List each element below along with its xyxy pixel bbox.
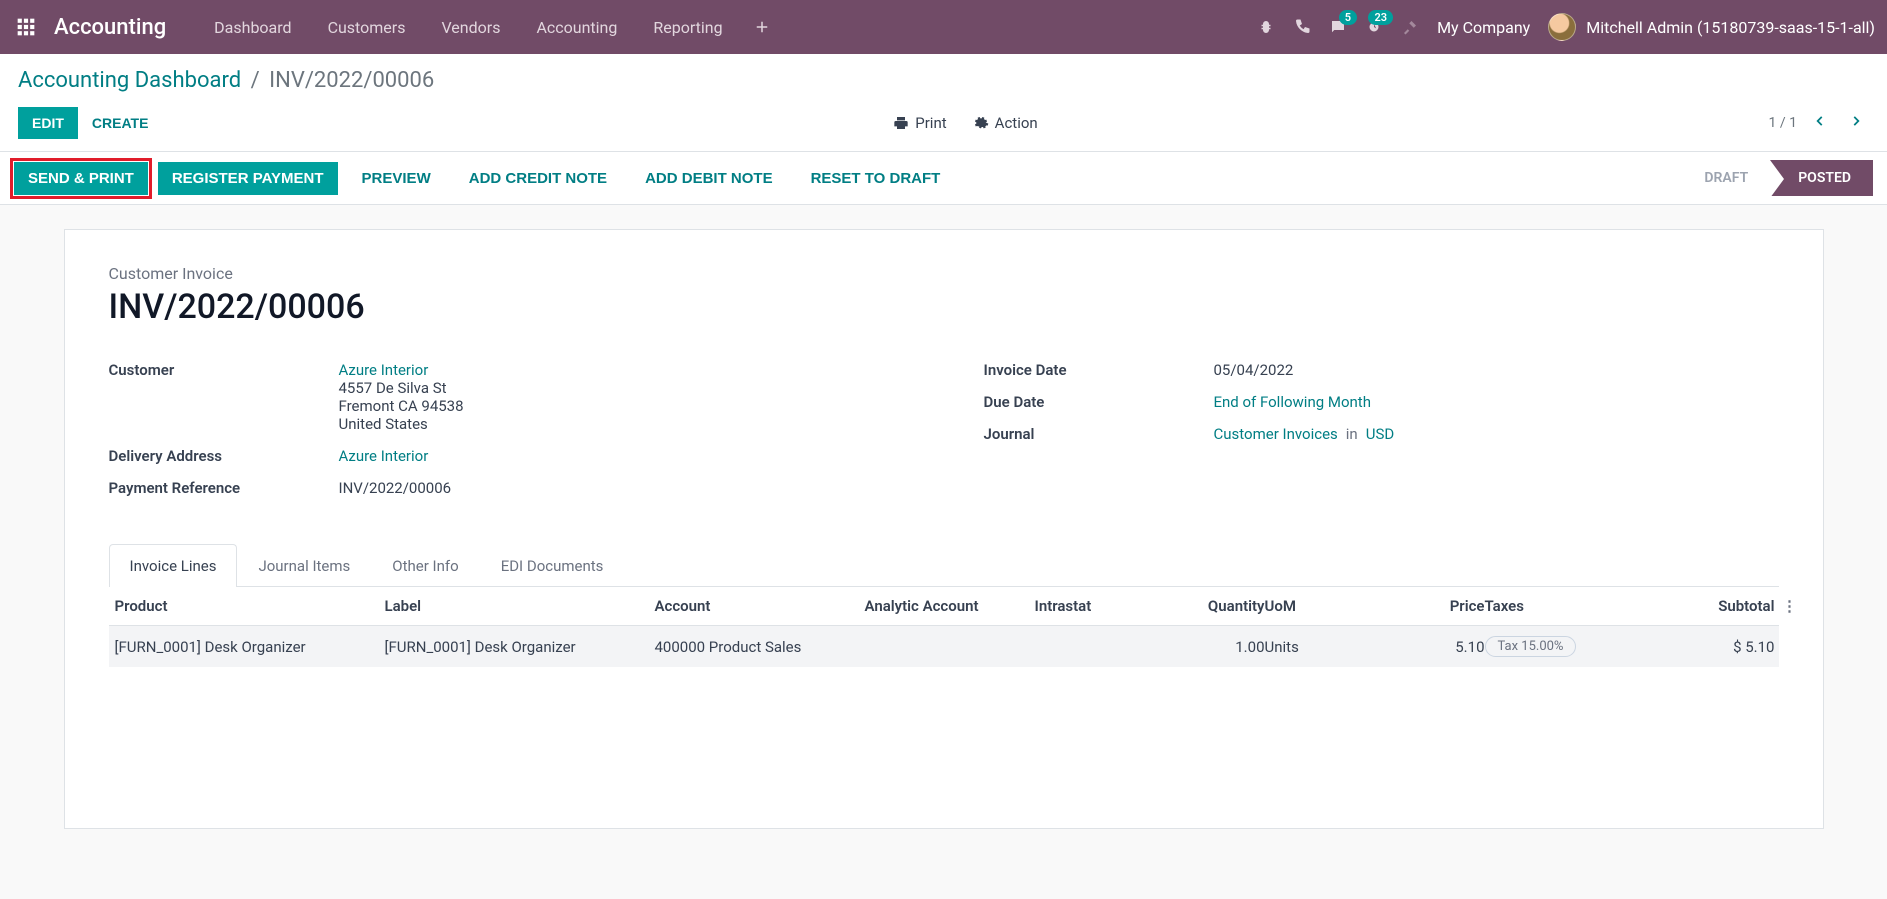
control-panel: Accounting Dashboard / INV/2022/00006 ED… bbox=[0, 54, 1887, 152]
company-selector[interactable]: My Company bbox=[1437, 18, 1530, 37]
delivery-link[interactable]: Azure Interior bbox=[339, 447, 429, 465]
pager-prev[interactable] bbox=[1807, 110, 1833, 136]
nav-links: Dashboard Customers Vendors Accounting R… bbox=[198, 10, 780, 45]
form-title: INV/2022/00006 bbox=[109, 287, 1779, 327]
customer-addr1: 4557 De Silva St bbox=[339, 379, 447, 397]
col-label: Label bbox=[385, 597, 655, 615]
tab-invoice-lines[interactable]: Invoice Lines bbox=[109, 544, 238, 587]
table-row[interactable]: [FURN_0001] Desk Organizer [FURN_0001] D… bbox=[109, 626, 1779, 667]
cell-product: [FURN_0001] Desk Organizer bbox=[115, 638, 385, 656]
col-product: Product bbox=[115, 597, 385, 615]
cell-tax: Tax 15.00% bbox=[1485, 636, 1577, 657]
register-payment-button[interactable]: REGISTER PAYMENT bbox=[158, 162, 338, 195]
preview-button[interactable]: PREVIEW bbox=[348, 162, 445, 195]
avatar bbox=[1548, 13, 1576, 41]
customer-link[interactable]: Azure Interior bbox=[339, 361, 429, 379]
col-price: Price bbox=[1355, 597, 1485, 615]
status-draft[interactable]: DRAFT bbox=[1682, 160, 1770, 196]
status-posted[interactable]: POSTED bbox=[1770, 160, 1873, 196]
activity-badge: 23 bbox=[1368, 10, 1393, 25]
journal-label: Journal bbox=[984, 425, 1214, 443]
customer-addr3: United States bbox=[339, 415, 428, 433]
journal-value[interactable]: Customer Invoices bbox=[1214, 425, 1338, 443]
invdate-label: Invoice Date bbox=[984, 361, 1214, 379]
journal-currency[interactable]: USD bbox=[1366, 425, 1394, 443]
col-account: Account bbox=[655, 597, 865, 615]
user-name: Mitchell Admin (15180739-saas-15-1-all) bbox=[1586, 18, 1875, 37]
duedate-label: Due Date bbox=[984, 393, 1214, 411]
cell-uom: Units bbox=[1265, 638, 1355, 656]
statusbar: SEND & PRINT REGISTER PAYMENT PREVIEW AD… bbox=[0, 152, 1887, 205]
form-subtitle: Customer Invoice bbox=[109, 264, 1779, 283]
invdate-value: 05/04/2022 bbox=[1214, 361, 1779, 379]
col-qty: Quantity bbox=[1135, 597, 1265, 615]
col-subtotal: Subtotal bbox=[1615, 597, 1775, 615]
phone-icon[interactable] bbox=[1293, 18, 1311, 36]
nav-reporting[interactable]: Reporting bbox=[637, 10, 738, 45]
cell-qty: 1.00 bbox=[1135, 638, 1265, 656]
reset-to-draft-button[interactable]: RESET TO DRAFT bbox=[797, 162, 955, 195]
bug-icon[interactable] bbox=[1257, 18, 1275, 36]
tools-icon[interactable] bbox=[1401, 18, 1419, 36]
send-and-print-button[interactable]: SEND & PRINT bbox=[14, 162, 148, 195]
gear-icon bbox=[973, 115, 989, 131]
plus-icon[interactable] bbox=[743, 10, 781, 45]
cell-label: [FURN_0001] Desk Organizer bbox=[385, 638, 655, 656]
payref-value: INV/2022/00006 bbox=[339, 479, 904, 497]
cell-price: 5.10 bbox=[1355, 638, 1485, 656]
add-credit-note-button[interactable]: ADD CREDIT NOTE bbox=[455, 162, 621, 195]
breadcrumb-current: INV/2022/00006 bbox=[269, 68, 434, 93]
user-menu[interactable]: Mitchell Admin (15180739-saas-15-1-all) bbox=[1548, 13, 1875, 41]
delivery-label: Delivery Address bbox=[109, 447, 339, 465]
messages-icon[interactable]: 5 bbox=[1329, 18, 1347, 36]
col-intrastat: Intrastat bbox=[1035, 597, 1135, 615]
nav-vendors[interactable]: Vendors bbox=[425, 10, 516, 45]
messages-badge: 5 bbox=[1339, 10, 1357, 25]
edit-button[interactable]: EDIT bbox=[18, 107, 78, 139]
nav-dashboard[interactable]: Dashboard bbox=[198, 10, 307, 45]
col-taxes: Taxes bbox=[1485, 597, 1615, 615]
sheet-wrapper: Customer Invoice INV/2022/00006 Customer… bbox=[0, 205, 1887, 853]
nav-right: 5 23 My Company Mitchell Admin (15180739… bbox=[1257, 13, 1875, 41]
grid-header: Product Label Account Analytic Account I… bbox=[109, 587, 1779, 626]
app-brand[interactable]: Accounting bbox=[54, 15, 166, 40]
breadcrumb: Accounting Dashboard / INV/2022/00006 bbox=[18, 68, 1869, 93]
col-analytic: Analytic Account bbox=[865, 597, 1035, 615]
payref-label: Payment Reference bbox=[109, 479, 339, 497]
add-debit-note-button[interactable]: ADD DEBIT NOTE bbox=[631, 162, 787, 195]
journal-in: in bbox=[1346, 425, 1358, 443]
pager: 1 / 1 bbox=[1769, 110, 1869, 136]
breadcrumb-root[interactable]: Accounting Dashboard bbox=[18, 68, 241, 93]
chevron-left-icon bbox=[1813, 114, 1827, 128]
apps-icon[interactable] bbox=[12, 13, 40, 41]
print-menu[interactable]: Print bbox=[893, 114, 946, 132]
cell-subtotal: $ 5.10 bbox=[1615, 638, 1775, 656]
chevron-right-icon bbox=[1849, 114, 1863, 128]
activity-icon[interactable]: 23 bbox=[1365, 18, 1383, 36]
top-navbar: Accounting Dashboard Customers Vendors A… bbox=[0, 0, 1887, 54]
printer-icon bbox=[893, 115, 909, 131]
create-button[interactable]: CREATE bbox=[78, 107, 163, 139]
pager-next[interactable] bbox=[1843, 110, 1869, 136]
customer-label: Customer bbox=[109, 361, 339, 379]
col-options-icon[interactable]: ⋮ bbox=[1775, 597, 1805, 615]
nav-customers[interactable]: Customers bbox=[312, 10, 422, 45]
pager-count: 1 / 1 bbox=[1769, 115, 1797, 131]
form-tabs: Invoice Lines Journal Items Other Info E… bbox=[109, 543, 1779, 587]
duedate-value[interactable]: End of Following Month bbox=[1214, 393, 1371, 411]
tab-edi-documents[interactable]: EDI Documents bbox=[480, 544, 625, 587]
action-menu[interactable]: Action bbox=[973, 114, 1038, 132]
col-uom: UoM bbox=[1265, 597, 1355, 615]
form-sheet: Customer Invoice INV/2022/00006 Customer… bbox=[64, 229, 1824, 829]
nav-accounting[interactable]: Accounting bbox=[520, 10, 633, 45]
tab-journal-items[interactable]: Journal Items bbox=[237, 544, 371, 587]
customer-addr2: Fremont CA 94538 bbox=[339, 397, 464, 415]
cell-account: 400000 Product Sales bbox=[655, 638, 865, 656]
tab-other-info[interactable]: Other Info bbox=[371, 544, 479, 587]
